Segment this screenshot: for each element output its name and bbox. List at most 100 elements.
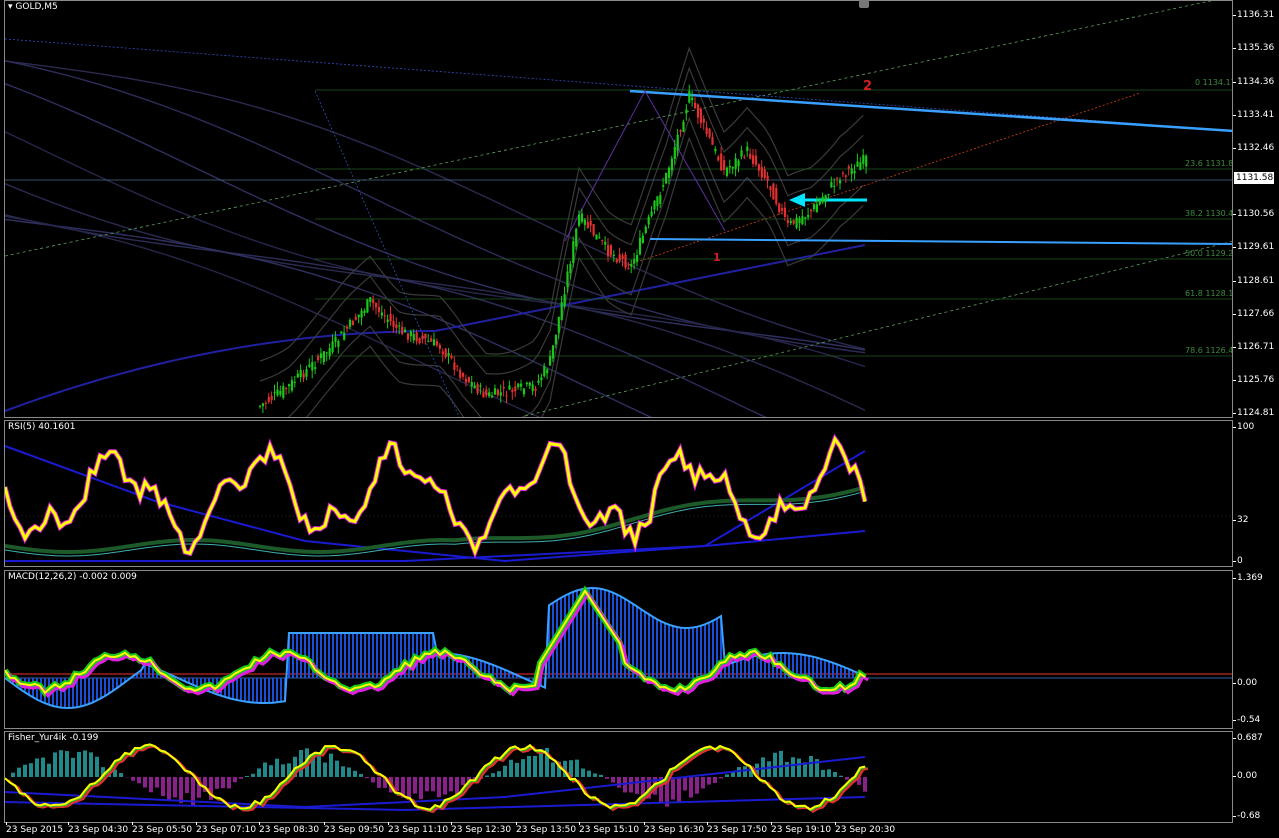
candle-body [546,369,549,374]
candle-body [578,214,581,226]
price-tick: 1124.81 [1232,408,1275,418]
candle-body [583,219,586,225]
candle-body [377,306,381,312]
candle-body [696,104,700,118]
rsi-label: RSI(5) 40.1601 [8,422,76,432]
candle-body [511,389,514,393]
fisher-histogram-bar [635,777,639,794]
candle-body [485,389,488,396]
fisher-histogram-bar [677,777,681,803]
candle-body [491,395,494,398]
candle-body [760,166,763,178]
candle-body [406,333,410,340]
fisher-histogram-bar [29,763,33,777]
candle-body [798,218,801,224]
fisher-histogram-bar [587,770,591,777]
candle-body [728,166,731,168]
candle-body [804,217,807,219]
fisher-histogram-bar [365,777,369,779]
fisher-canvas [5,743,869,814]
fisher-histogram-bar [149,777,153,793]
candle-body [757,164,760,171]
candle-body [444,348,447,358]
candle-body [627,268,630,270]
candle-body [792,219,795,224]
candle-body [618,254,621,261]
fisher-histogram-bar [233,777,237,783]
candle-body [865,155,868,167]
candle-body [662,185,665,187]
rsi-tick: 0 [1233,556,1243,566]
rsi-pane[interactable]: RSI(5) 40.1601 [4,420,1233,567]
chart-symbol-label[interactable]: ▾ GOLD,M5 [8,2,58,12]
candle-body [499,392,502,396]
dropdown-triangle-icon[interactable]: ▾ [8,2,13,12]
fisher-histogram-bar [833,772,837,777]
fisher-histogram-bar [257,768,261,777]
candle-body [740,150,743,157]
fisher-histogram-bar [53,752,57,777]
candle-body [827,193,830,195]
fisher-histogram-bar [437,777,441,798]
candle-body [665,172,668,184]
fisher-histogram-bar [683,777,687,791]
candle-body [551,345,555,359]
fisher-histogram-bar [11,772,15,777]
trendline-green-dashed [5,1,1213,257]
fisher-histogram-bar [413,777,417,794]
candle-body [450,355,453,359]
time-tick: 23 Sep 12:30 [451,822,512,835]
candle-body [670,158,673,171]
rsi-tick: 32 [1232,515,1249,525]
candle-body [435,341,439,346]
candle-body [479,385,482,387]
fisher-histogram-bar [503,765,507,777]
fisher-histogram-bar [179,777,183,804]
macd-pane[interactable]: MACD(12,26,2) -0.002 0.009 [4,570,1233,729]
candle-body [818,199,821,205]
fisher-histogram-bar [425,777,429,792]
price-chart-pane[interactable]: ▾ GOLD,M5 0 1134.17 23.6 1131.85 38.2 11… [4,0,1233,418]
fisher-histogram-bar [245,776,249,777]
candle-body [389,313,392,322]
chart-scroll-marker[interactable] [859,0,869,8]
candle-body [601,240,604,242]
candle-body [569,263,572,273]
fisher-pane[interactable]: Fisher_Yur4ik -0.199 [4,731,1233,823]
candle-body [815,204,818,213]
fib-level-236: 23.6 1131.85 [1185,159,1233,168]
candle-body [688,91,691,103]
price-tick: 1133.41 [1232,110,1275,120]
candle-body [781,208,784,211]
fisher-histogram-bar [797,758,801,777]
candle-body [624,254,627,268]
candle-body [398,325,401,327]
chart-title: GOLD,M5 [15,2,58,12]
fisher-histogram-bar [485,775,489,777]
candle-body [467,377,470,383]
candle-body [375,303,378,308]
time-tick: 23 Sep 15:10 [579,822,640,835]
candle-body [844,175,847,177]
fisher-histogram-bar [767,761,771,777]
fisher-histogram-bar [143,777,147,788]
fib-level-786: 78.6 1126.47 [1185,346,1233,355]
price-tick: 1130.56 [1232,209,1275,219]
fisher-histogram-bar [707,777,711,785]
candle-body [459,369,462,378]
candle-body [560,302,563,320]
candle-body [331,341,334,353]
macd-axis: 1.369 0.00 -0.54 [1232,570,1279,729]
candle-body [653,200,656,210]
fib-level-618: 61.8 1128.11 [1185,289,1233,298]
candle-body [273,392,276,394]
candle-body [795,217,798,228]
candle-body [572,241,575,264]
candle-body [476,384,479,394]
fisher-histogram-bar [167,777,171,802]
candle-body [366,299,369,313]
time-tick: 23 Sep 16:30 [644,822,705,835]
fisher-histogram-bar [317,756,321,777]
rsi-axis: 100 32 0 [1232,420,1279,567]
candle-body [288,384,291,387]
